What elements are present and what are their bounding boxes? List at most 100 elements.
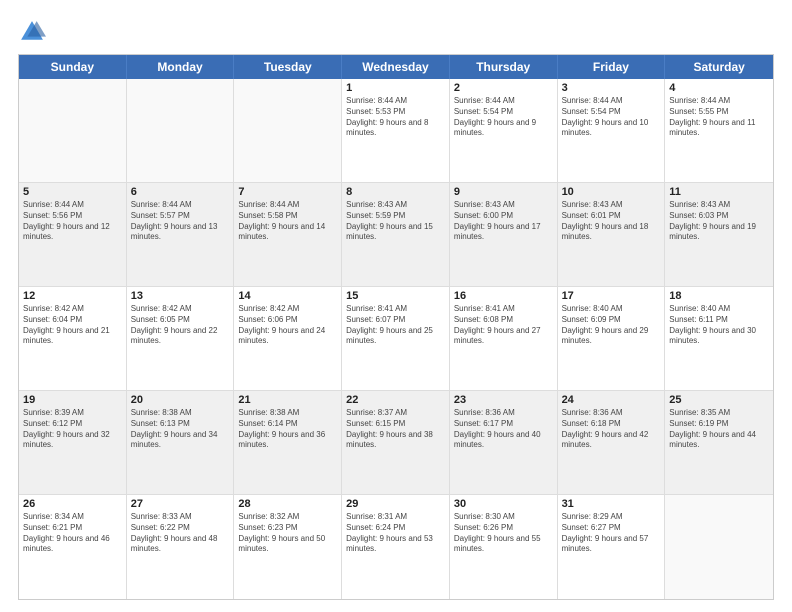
cell-day-number: 22: [346, 394, 445, 406]
calendar-cell-day-29: 29 Sunrise: 8:31 AM Sunset: 6:24 PM Dayli…: [342, 495, 450, 599]
calendar-cell-day-19: 19 Sunrise: 8:39 AM Sunset: 6:12 PM Dayli…: [19, 391, 127, 494]
cell-day-number: 13: [131, 290, 230, 302]
cell-day-number: 4: [669, 82, 769, 94]
calendar-cell-empty: [665, 495, 773, 599]
calendar-cell-day-16: 16 Sunrise: 8:41 AM Sunset: 6:08 PM Dayli…: [450, 287, 558, 390]
day-header-sunday: Sunday: [19, 55, 127, 79]
calendar-cell-day-18: 18Sunrise: 8:40 AM Sunset: 6:11 PM Dayli…: [665, 287, 773, 390]
cell-day-number: 25: [669, 394, 769, 406]
cell-day-number: 11: [669, 186, 769, 198]
cell-info: Sunrise: 8:41 AM Sunset: 6:07 PM Dayligh…: [346, 304, 445, 347]
cell-day-number: 12: [23, 290, 122, 302]
calendar-cell-day-1: 1 Sunrise: 8:44 AM Sunset: 5:53 PM Daylig…: [342, 79, 450, 182]
cell-info: Sunrise: 8:39 AM Sunset: 6:12 PM Dayligh…: [23, 408, 122, 451]
header: [18, 18, 774, 46]
calendar-cell-day-14: 14 Sunrise: 8:42 AM Sunset: 6:06 PM Dayli…: [234, 287, 342, 390]
cell-day-number: 5: [23, 186, 122, 198]
cell-info: Sunrise: 8:37 AM Sunset: 6:15 PM Dayligh…: [346, 408, 445, 451]
cell-info: Sunrise: 8:43 AM Sunset: 5:59 PM Dayligh…: [346, 200, 445, 243]
cell-day-number: 23: [454, 394, 553, 406]
cell-day-number: 20: [131, 394, 230, 406]
cell-day-number: 29: [346, 498, 445, 510]
cell-info: Sunrise: 8:41 AM Sunset: 6:08 PM Dayligh…: [454, 304, 553, 347]
calendar-cell-day-2: 2 Sunrise: 8:44 AM Sunset: 5:54 PM Daylig…: [450, 79, 558, 182]
cell-day-number: 2: [454, 82, 553, 94]
calendar-cell-day-4: 4 Sunrise: 8:44 AM Sunset: 5:55 PM Daylig…: [665, 79, 773, 182]
cell-day-number: 26: [23, 498, 122, 510]
day-header-wednesday: Wednesday: [342, 55, 450, 79]
cell-info: Sunrise: 8:33 AM Sunset: 6:22 PM Dayligh…: [131, 512, 230, 555]
cell-info: Sunrise: 8:38 AM Sunset: 6:14 PM Dayligh…: [238, 408, 337, 451]
day-header-friday: Friday: [558, 55, 666, 79]
calendar-cell-day-3: 3Sunrise: 8:44 AM Sunset: 5:54 PM Daylig…: [558, 79, 666, 182]
cell-info: Sunrise: 8:31 AM Sunset: 6:24 PM Dayligh…: [346, 512, 445, 555]
day-headers: SundayMondayTuesdayWednesdayThursdayFrid…: [19, 55, 773, 79]
cell-info: Sunrise: 8:34 AM Sunset: 6:21 PM Dayligh…: [23, 512, 122, 555]
day-header-monday: Monday: [127, 55, 235, 79]
calendar-cell-day-24: 24 Sunrise: 8:36 AM Sunset: 6:18 PM Dayli…: [558, 391, 666, 494]
cell-day-number: 19: [23, 394, 122, 406]
cell-day-number: 8: [346, 186, 445, 198]
cell-info: Sunrise: 8:44 AM Sunset: 5:56 PM Dayligh…: [23, 200, 122, 243]
calendar-cell-day-11: 11Sunrise: 8:43 AM Sunset: 6:03 PM Dayli…: [665, 183, 773, 286]
calendar-cell-day-17: 17 Sunrise: 8:40 AM Sunset: 6:09 PM Dayli…: [558, 287, 666, 390]
logo-icon: [18, 18, 46, 46]
calendar-cell-day-7: 7 Sunrise: 8:44 AM Sunset: 5:58 PM Daylig…: [234, 183, 342, 286]
calendar-row-1: 5 Sunrise: 8:44 AM Sunset: 5:56 PM Daylig…: [19, 183, 773, 287]
cell-info: Sunrise: 8:44 AM Sunset: 5:53 PM Dayligh…: [346, 96, 445, 139]
cell-day-number: 21: [238, 394, 337, 406]
calendar-cell-day-26: 26 Sunrise: 8:34 AM Sunset: 6:21 PM Dayli…: [19, 495, 127, 599]
cell-info: Sunrise: 8:44 AM Sunset: 5:55 PM Dayligh…: [669, 96, 769, 139]
calendar-cell-day-6: 6Sunrise: 8:44 AM Sunset: 5:57 PM Daylig…: [127, 183, 235, 286]
cell-day-number: 30: [454, 498, 553, 510]
cell-day-number: 24: [562, 394, 661, 406]
calendar-body: 1 Sunrise: 8:44 AM Sunset: 5:53 PM Daylig…: [19, 79, 773, 599]
day-header-thursday: Thursday: [450, 55, 558, 79]
cell-info: Sunrise: 8:32 AM Sunset: 6:23 PM Dayligh…: [238, 512, 337, 555]
cell-day-number: 1: [346, 82, 445, 94]
cell-info: Sunrise: 8:44 AM Sunset: 5:54 PM Dayligh…: [454, 96, 553, 139]
calendar-cell-day-10: 10Sunrise: 8:43 AM Sunset: 6:01 PM Dayli…: [558, 183, 666, 286]
calendar-cell-day-30: 30 Sunrise: 8:30 AM Sunset: 6:26 PM Dayli…: [450, 495, 558, 599]
cell-day-number: 18: [669, 290, 769, 302]
calendar-cell-day-15: 15Sunrise: 8:41 AM Sunset: 6:07 PM Dayli…: [342, 287, 450, 390]
calendar-cell-day-20: 20 Sunrise: 8:38 AM Sunset: 6:13 PM Dayli…: [127, 391, 235, 494]
cell-day-number: 7: [238, 186, 337, 198]
cell-info: Sunrise: 8:42 AM Sunset: 6:05 PM Dayligh…: [131, 304, 230, 347]
calendar-cell-day-23: 23 Sunrise: 8:36 AM Sunset: 6:17 PM Dayli…: [450, 391, 558, 494]
cell-day-number: 9: [454, 186, 553, 198]
cell-info: Sunrise: 8:35 AM Sunset: 6:19 PM Dayligh…: [669, 408, 769, 451]
cell-info: Sunrise: 8:29 AM Sunset: 6:27 PM Dayligh…: [562, 512, 661, 555]
cell-info: Sunrise: 8:36 AM Sunset: 6:18 PM Dayligh…: [562, 408, 661, 451]
calendar-row-0: 1 Sunrise: 8:44 AM Sunset: 5:53 PM Daylig…: [19, 79, 773, 183]
cell-day-number: 28: [238, 498, 337, 510]
cell-day-number: 31: [562, 498, 661, 510]
cell-info: Sunrise: 8:36 AM Sunset: 6:17 PM Dayligh…: [454, 408, 553, 451]
cell-info: Sunrise: 8:42 AM Sunset: 6:04 PM Dayligh…: [23, 304, 122, 347]
cell-info: Sunrise: 8:38 AM Sunset: 6:13 PM Dayligh…: [131, 408, 230, 451]
cell-day-number: 17: [562, 290, 661, 302]
cell-info: Sunrise: 8:44 AM Sunset: 5:58 PM Dayligh…: [238, 200, 337, 243]
calendar-cell-day-31: 31 Sunrise: 8:29 AM Sunset: 6:27 PM Dayli…: [558, 495, 666, 599]
calendar-cell-empty: [127, 79, 235, 182]
calendar-cell-empty: [234, 79, 342, 182]
logo: [18, 18, 50, 46]
calendar-cell-day-5: 5 Sunrise: 8:44 AM Sunset: 5:56 PM Daylig…: [19, 183, 127, 286]
calendar-cell-day-13: 13 Sunrise: 8:42 AM Sunset: 6:05 PM Dayli…: [127, 287, 235, 390]
day-header-saturday: Saturday: [665, 55, 773, 79]
calendar: SundayMondayTuesdayWednesdayThursdayFrid…: [18, 54, 774, 600]
calendar-cell-day-25: 25 Sunrise: 8:35 AM Sunset: 6:19 PM Dayli…: [665, 391, 773, 494]
cell-day-number: 14: [238, 290, 337, 302]
cell-day-number: 6: [131, 186, 230, 198]
page: SundayMondayTuesdayWednesdayThursdayFrid…: [0, 0, 792, 612]
cell-info: Sunrise: 8:42 AM Sunset: 6:06 PM Dayligh…: [238, 304, 337, 347]
cell-day-number: 10: [562, 186, 661, 198]
cell-info: Sunrise: 8:30 AM Sunset: 6:26 PM Dayligh…: [454, 512, 553, 555]
calendar-cell-day-9: 9Sunrise: 8:43 AM Sunset: 6:00 PM Daylig…: [450, 183, 558, 286]
calendar-cell-day-21: 21 Sunrise: 8:38 AM Sunset: 6:14 PM Dayli…: [234, 391, 342, 494]
cell-day-number: 16: [454, 290, 553, 302]
cell-day-number: 3: [562, 82, 661, 94]
cell-info: Sunrise: 8:40 AM Sunset: 6:09 PM Dayligh…: [562, 304, 661, 347]
calendar-cell-day-28: 28 Sunrise: 8:32 AM Sunset: 6:23 PM Dayli…: [234, 495, 342, 599]
calendar-row-4: 26 Sunrise: 8:34 AM Sunset: 6:21 PM Dayli…: [19, 495, 773, 599]
